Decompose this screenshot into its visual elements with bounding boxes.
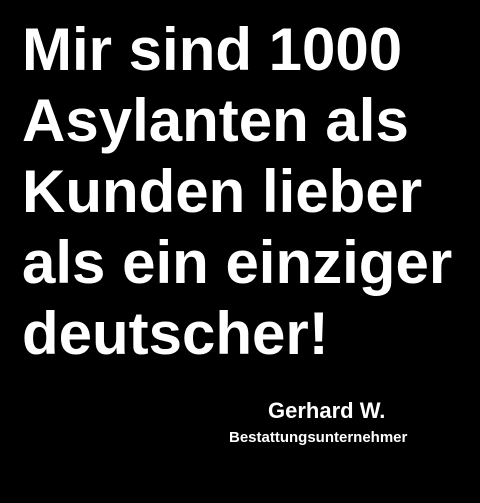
quote-line: deutscher! [22, 300, 329, 367]
quote-line: als ein einziger [22, 229, 453, 296]
quote-line: Kunden lieber [22, 158, 423, 225]
quote-line: Mir sind 1000 [22, 16, 403, 83]
attribution-name: Gerhard W. [268, 398, 386, 423]
attribution-role: Bestattungsunternehmer [229, 429, 408, 446]
quote-line: Asylanten als [22, 87, 409, 154]
quote-text: Mir sind 1000 Asylanten als Kunden liebe… [22, 14, 452, 369]
